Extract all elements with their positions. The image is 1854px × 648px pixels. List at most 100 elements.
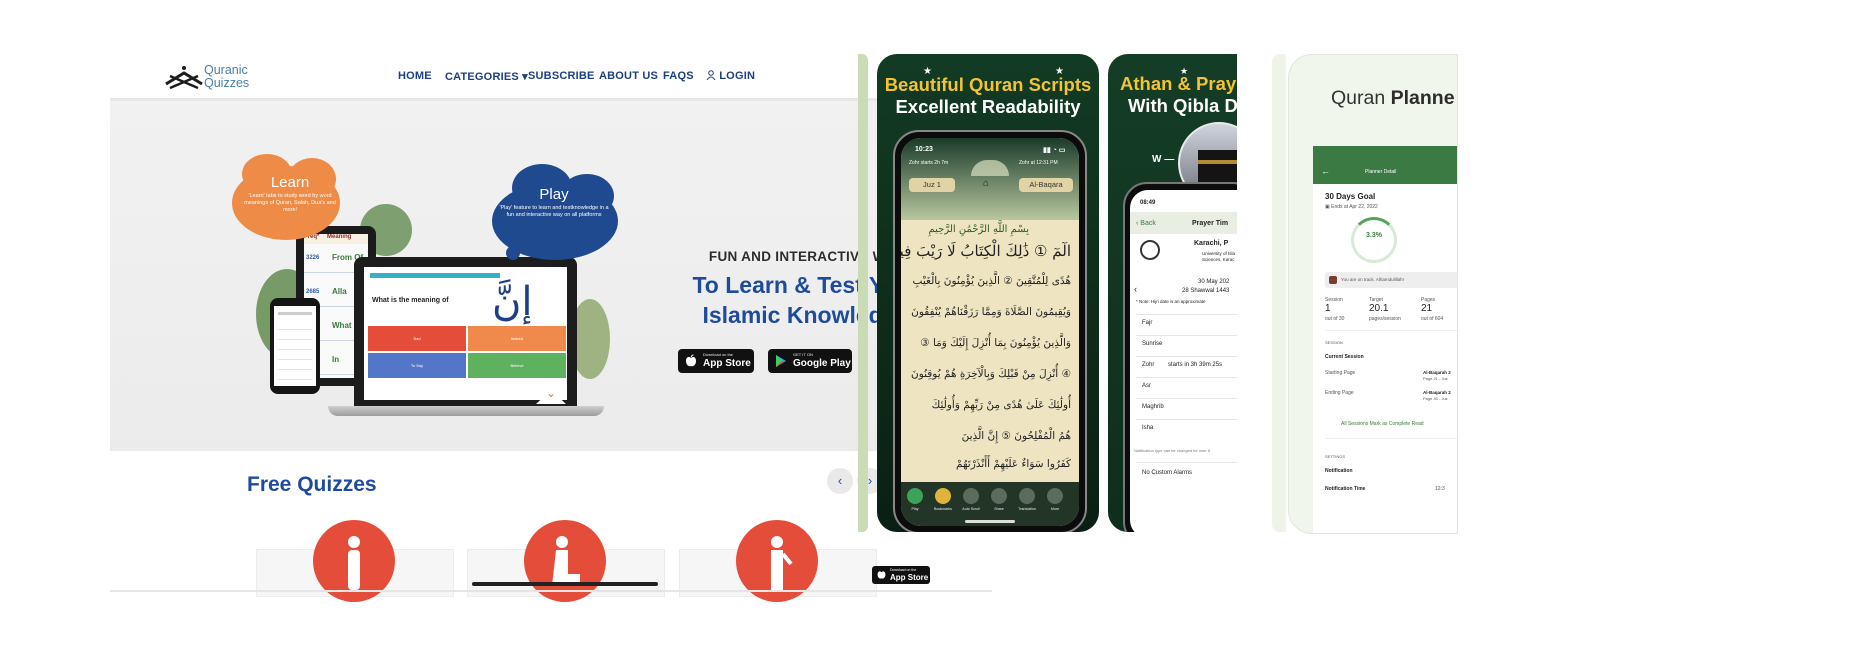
custom-alarms[interactable]: No Custom Alarms: [1142, 470, 1192, 476]
juz-tab[interactable]: Juz 1: [909, 178, 955, 192]
nav-faqs[interactable]: FAQS: [663, 70, 694, 82]
nav-subscribe[interactable]: SUBSCRIBE: [528, 70, 595, 82]
nav-login[interactable]: LOGIN: [706, 70, 755, 82]
stat-value: 1: [1325, 303, 1331, 314]
quiz-progress-bar: [370, 273, 500, 278]
play-icon[interactable]: [907, 488, 923, 504]
answer-option[interactable]: Indeed: [468, 326, 566, 351]
apple-icon: [877, 571, 886, 579]
app-store-badge[interactable]: Download on the App Store: [678, 349, 754, 373]
dock-label: Translation: [1018, 507, 1036, 511]
answer-option[interactable]: Believe: [468, 353, 566, 378]
session-actions[interactable]: All Sessions Mark as Complete Read: [1341, 421, 1424, 427]
phone-screen: 08:49 ‹ Back Prayer Tim Karachi, P Unive…: [1130, 190, 1237, 532]
athan-title-1: Athan & Pray: [1120, 73, 1237, 94]
phone-device: [270, 298, 320, 394]
carousel-prev-button[interactable]: ‹: [827, 468, 853, 494]
status-banner-text: You are on track. Alhamdulillah!: [1341, 277, 1404, 282]
dock-label: Play: [911, 507, 919, 511]
phone-frame: 08:49 ‹ Back Prayer Tim Karachi, P Unive…: [1123, 182, 1237, 532]
status-banner: You are on track. Alhamdulillah!: [1325, 272, 1457, 288]
compass-west: W —: [1152, 154, 1175, 165]
google-play-badge-big: Google Play: [793, 358, 851, 369]
app-store-badge-bottom[interactable]: Download on the App Store: [872, 566, 930, 584]
home-indicator: [965, 520, 1015, 523]
translation-icon[interactable]: [1019, 488, 1035, 504]
bookmark-icon[interactable]: [935, 488, 951, 504]
mosque-header: 10:23 ▮▮ ◔ ▭ Zohr starts 2h 7m Zohr at 1…: [901, 138, 1079, 220]
university-line-1: University of Isla: [1202, 251, 1236, 256]
nav-about-us[interactable]: ABOUT US: [599, 70, 658, 82]
prayer-row[interactable]: Zohr: [1142, 362, 1154, 368]
starting-page-value: Al-Baqarah 2: [1423, 370, 1451, 375]
goal-end-date: ▣ Ends at Apr 22, 2022: [1325, 204, 1378, 210]
dock-label: Auto Scroll: [962, 507, 980, 511]
site-logo[interactable]: Quranic Quizzes: [164, 60, 274, 92]
auto-scroll-icon[interactable]: [963, 488, 979, 504]
ayah-line: هُمُ الْمُفْلِحُونَ ⑤ إِنَّ الَّذِينَ: [961, 430, 1071, 442]
prayer-row[interactable]: Asr: [1142, 383, 1151, 389]
hijri-date: 28 Shawwal 1443: [1182, 288, 1230, 294]
nav-login-label: LOGIN: [719, 70, 756, 82]
prayer-row[interactable]: Sunrise: [1142, 341, 1162, 347]
ending-page-label: Ending Page: [1325, 390, 1354, 396]
horizontal-scrollbar[interactable]: [472, 582, 658, 586]
app-store-badge-bottom-small: Download on the: [890, 568, 917, 572]
bismillah: بِسْمِ اللَّهِ الرَّحْمَٰنِ الرَّحِيمِ: [928, 224, 1029, 235]
home-icon[interactable]: ⌂: [983, 178, 989, 189]
flag-icon: [1329, 276, 1337, 284]
bottom-toolbar: Play Bookmarks Auto Scroll Share Transla…: [901, 482, 1079, 526]
share-icon[interactable]: [991, 488, 1007, 504]
dock-label: Bookmarks: [934, 507, 952, 511]
goal-title: 30 Days Goal: [1325, 192, 1376, 201]
nav-home[interactable]: HOME: [398, 70, 432, 82]
prayer-row[interactable]: Maghrib: [1142, 404, 1164, 410]
stat-sub: out of 30: [1325, 316, 1345, 322]
progress-ring: [1351, 217, 1397, 263]
more-icon[interactable]: [1047, 488, 1063, 504]
phone-screen: 10:23 ▮▮ ◔ ▭ Zohr starts 2h 7m Zohr at 1…: [901, 138, 1079, 526]
phone-screen: [274, 306, 316, 386]
phone-frame: 10:23 ▮▮ ◔ ▭ Zohr starts 2h 7m Zohr at 1…: [893, 130, 1087, 532]
quiz-question: What is the meaning of: [372, 297, 449, 304]
laptop-device: What is the meaning of إِنَّ Bad Indeed …: [354, 257, 577, 407]
city-name: Karachi, P: [1194, 240, 1229, 247]
back-arrow-icon[interactable]: ←: [1321, 166, 1330, 176]
back-button[interactable]: ‹ Back: [1136, 220, 1156, 227]
settings-section-header: SETTINGS: [1325, 454, 1346, 459]
surah-tab[interactable]: Al-Baqara: [1019, 178, 1073, 192]
notification-label[interactable]: Notification: [1325, 468, 1353, 474]
tablet-header-meaning: Meaning: [327, 234, 352, 240]
logo-line-2: Quizzes: [204, 76, 250, 90]
free-quizzes-title: Free Quizzes: [247, 473, 377, 496]
hijri-note: * Note: Hijri date is an approximate: [1136, 299, 1206, 304]
partial-screenshot-divider: [1272, 54, 1286, 532]
planner-title: Quran Planne: [1331, 87, 1455, 109]
ayah-line: أُولَٰئِكَ عَلَىٰ هُدًى مِنْ رَبِّهِمْ و…: [931, 399, 1071, 411]
google-play-badge[interactable]: GET IT ON Google Play: [768, 349, 852, 373]
prayer-row[interactable]: Isha: [1142, 425, 1153, 431]
athan-title-2: With Qibla D: [1128, 95, 1237, 116]
quran-stand-icon: [165, 66, 203, 90]
prev-day-icon[interactable]: ‹: [1134, 284, 1137, 294]
current-session-label: Current Session: [1325, 354, 1364, 360]
mosque-dome: [971, 160, 1009, 176]
notification-time-label[interactable]: Notification Time: [1325, 486, 1365, 492]
stat-sub: pages/session: [1369, 316, 1401, 322]
phone-screen: ← Planner Detail 30 Days Goal ▣ Ends at …: [1313, 146, 1457, 533]
answer-option[interactable]: Bad: [368, 326, 466, 351]
nav-categories[interactable]: CATEGORIES ▾: [445, 70, 528, 83]
stat-sub: out of 604: [1421, 316, 1444, 322]
app-store-badge-bottom-big: App Store: [890, 573, 929, 582]
partial-screenshot-left: [858, 54, 868, 532]
athan-screenshot: ★ Athan & Pray With Qibla D W — 08:49 ‹ …: [1108, 54, 1237, 532]
answer-option[interactable]: To Say: [368, 353, 466, 378]
user-icon: [706, 70, 716, 81]
status-icons: ▮▮ ◔ ▭: [1043, 147, 1066, 154]
prayer-row[interactable]: Fajr: [1142, 320, 1152, 326]
app-store-badge-big: App Store: [703, 358, 751, 369]
location-icon[interactable]: [1140, 240, 1160, 260]
chevron-down-icon[interactable]: ⌄: [538, 386, 564, 400]
prayer-times-header: Prayer Tim: [1192, 220, 1229, 227]
site-divider: [110, 590, 992, 592]
